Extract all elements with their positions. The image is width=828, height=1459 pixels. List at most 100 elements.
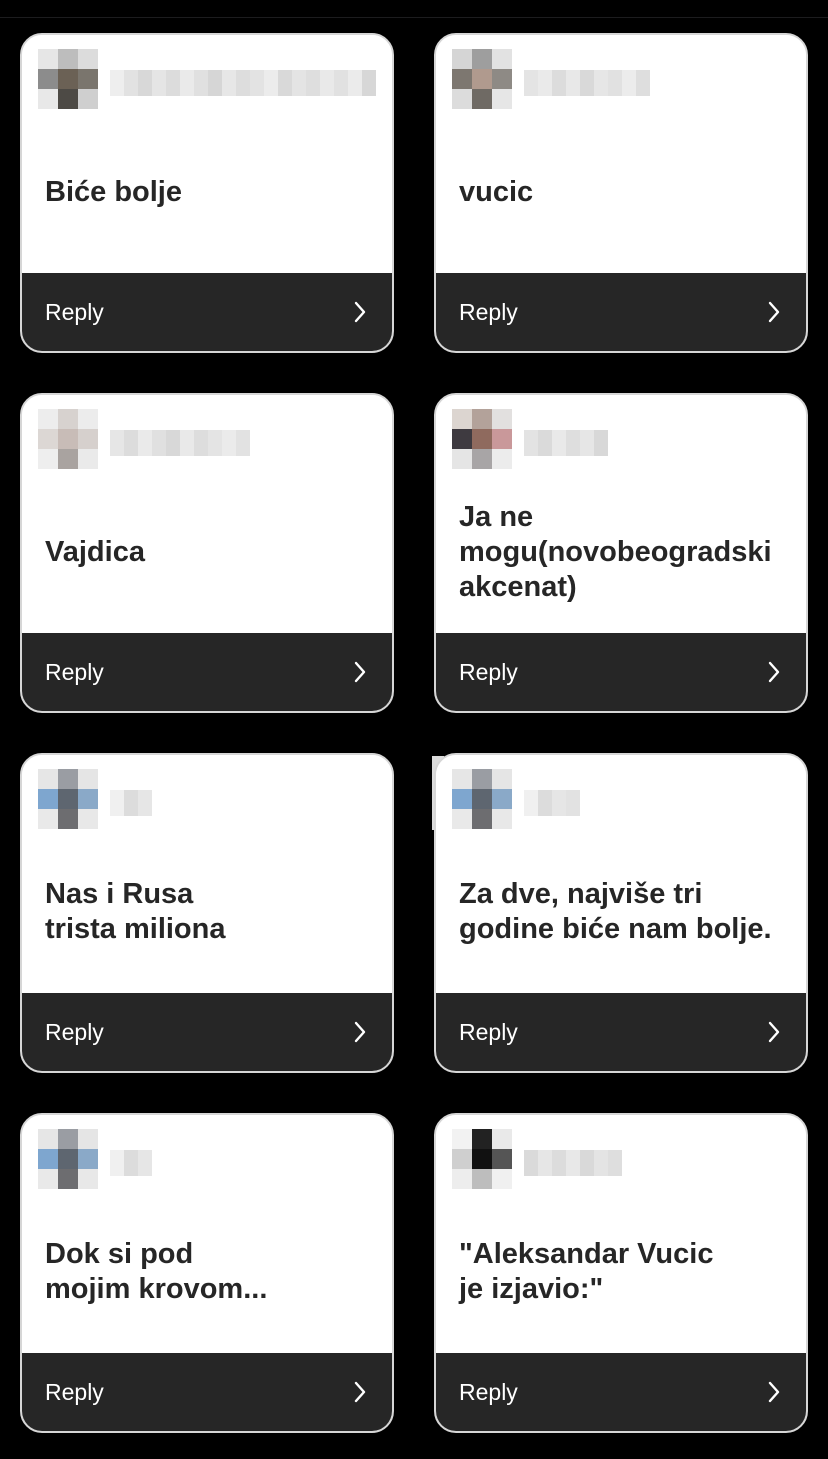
username-pixel xyxy=(524,430,538,456)
avatar-pixel xyxy=(472,1129,492,1149)
question-text: "Aleksandar Vucic je izjavio:" xyxy=(459,1238,714,1305)
avatar-pixel xyxy=(58,429,78,449)
avatar-pixel xyxy=(492,49,512,69)
username-pixel xyxy=(166,70,180,96)
avatar-pixel xyxy=(78,809,98,829)
reply-button[interactable]: Reply xyxy=(436,273,806,351)
question-card[interactable]: Nas i Rusa trista miliona Reply xyxy=(20,753,394,1073)
avatar-pixel xyxy=(78,1169,98,1189)
username-pixel xyxy=(552,430,566,456)
question-card[interactable]: vucic Reply xyxy=(434,33,808,353)
username-pixel xyxy=(334,70,348,96)
avatar-pixel xyxy=(472,789,492,809)
avatar-pixel xyxy=(58,49,78,69)
avatar-pixel xyxy=(78,49,98,69)
reply-button[interactable]: Reply xyxy=(22,273,392,351)
question-cards-grid: Biće bolje Reply vucic Reply Vajdica Rep… xyxy=(20,33,808,1433)
avatar-pixel xyxy=(38,1149,58,1169)
avatar-pixel xyxy=(58,809,78,829)
username-pixel xyxy=(538,70,552,96)
username-pixel xyxy=(362,70,376,96)
chevron-right-icon xyxy=(354,301,366,323)
username-pixel xyxy=(236,70,250,96)
username-blurred xyxy=(110,1150,152,1176)
avatar xyxy=(38,409,98,469)
username-blurred xyxy=(110,790,152,816)
username-pixel xyxy=(622,70,636,96)
avatar-pixel xyxy=(38,449,58,469)
username-pixel xyxy=(236,430,250,456)
avatar-pixel xyxy=(78,429,98,449)
question-text: Dok si pod mojim krovom... xyxy=(45,1238,268,1305)
question-card[interactable]: Biće bolje Reply xyxy=(20,33,394,353)
card-question-area: Vajdica xyxy=(22,395,392,633)
username-pixel xyxy=(552,70,566,96)
reply-button[interactable]: Reply xyxy=(436,993,806,1071)
question-card[interactable]: "Aleksandar Vucic je izjavio:" Reply xyxy=(434,1113,808,1433)
question-card[interactable]: Ja ne mogu(novobeogradski akcenat) Reply xyxy=(434,393,808,713)
avatar-pixel xyxy=(58,69,78,89)
username-pixel xyxy=(552,790,566,816)
username-pixel xyxy=(264,70,278,96)
avatar xyxy=(452,409,512,469)
question-text: Nas i Rusa trista miliona xyxy=(45,878,226,945)
avatar-pixel xyxy=(452,49,472,69)
chevron-right-icon xyxy=(768,1021,780,1043)
username-pixel xyxy=(608,1150,622,1176)
reply-button[interactable]: Reply xyxy=(436,1353,806,1431)
story-questions-screen: { "screen": { "background": "#000000", "… xyxy=(0,0,828,1459)
username-pixel xyxy=(138,790,152,816)
question-card[interactable]: Dok si pod mojim krovom... Reply xyxy=(20,1113,394,1433)
avatar-pixel xyxy=(38,69,58,89)
card-question-area: vucic xyxy=(436,35,806,273)
reply-label: Reply xyxy=(45,1379,104,1405)
avatar-pixel xyxy=(78,409,98,429)
reply-button[interactable]: Reply xyxy=(22,993,392,1071)
avatar-pixel xyxy=(58,1129,78,1149)
avatar-pixel xyxy=(492,429,512,449)
reply-button[interactable]: Reply xyxy=(436,633,806,711)
username-pixel xyxy=(538,430,552,456)
question-card[interactable]: Za dve, najviše tri godine biće nam bolj… xyxy=(434,753,808,1073)
avatar-pixel xyxy=(492,1129,512,1149)
question-card[interactable]: Vajdica Reply xyxy=(20,393,394,713)
top-divider xyxy=(0,17,828,18)
chevron-right-icon xyxy=(768,661,780,683)
avatar-pixel xyxy=(38,1129,58,1149)
avatar-pixel xyxy=(472,69,492,89)
card-question-area: Biće bolje xyxy=(22,35,392,273)
avatar-pixel xyxy=(38,1169,58,1189)
chevron-right-icon xyxy=(768,1381,780,1403)
chevron-right-icon xyxy=(354,1021,366,1043)
avatar-pixel xyxy=(492,809,512,829)
reply-button[interactable]: Reply xyxy=(22,633,392,711)
username-pixel xyxy=(636,70,650,96)
username-pixel xyxy=(222,430,236,456)
username-pixel xyxy=(194,70,208,96)
avatar-pixel xyxy=(452,789,472,809)
reply-label: Reply xyxy=(45,1019,104,1045)
username-pixel xyxy=(320,70,334,96)
username-pixel xyxy=(124,70,138,96)
username-pixel xyxy=(194,430,208,456)
question-text: Ja ne mogu(novobeogradski akcenat) xyxy=(459,500,772,603)
avatar-pixel xyxy=(38,89,58,109)
avatar-pixel xyxy=(472,1149,492,1169)
avatar-pixel xyxy=(472,89,492,109)
card-question-area: Nas i Rusa trista miliona xyxy=(22,755,392,993)
reply-label: Reply xyxy=(45,659,104,685)
reply-button[interactable]: Reply xyxy=(22,1353,392,1431)
username-pixel xyxy=(152,70,166,96)
username-pixel xyxy=(180,70,194,96)
avatar-pixel xyxy=(78,1149,98,1169)
avatar xyxy=(38,49,98,109)
question-text: Za dve, najviše tri godine biće nam bolj… xyxy=(459,878,772,945)
avatar xyxy=(452,769,512,829)
username-pixel xyxy=(208,70,222,96)
username-pixel xyxy=(138,430,152,456)
avatar-pixel xyxy=(492,1149,512,1169)
username-pixel xyxy=(138,1150,152,1176)
card-question-area: Ja ne mogu(novobeogradski akcenat) xyxy=(436,395,806,633)
avatar-pixel xyxy=(492,769,512,789)
username-pixel xyxy=(110,790,124,816)
